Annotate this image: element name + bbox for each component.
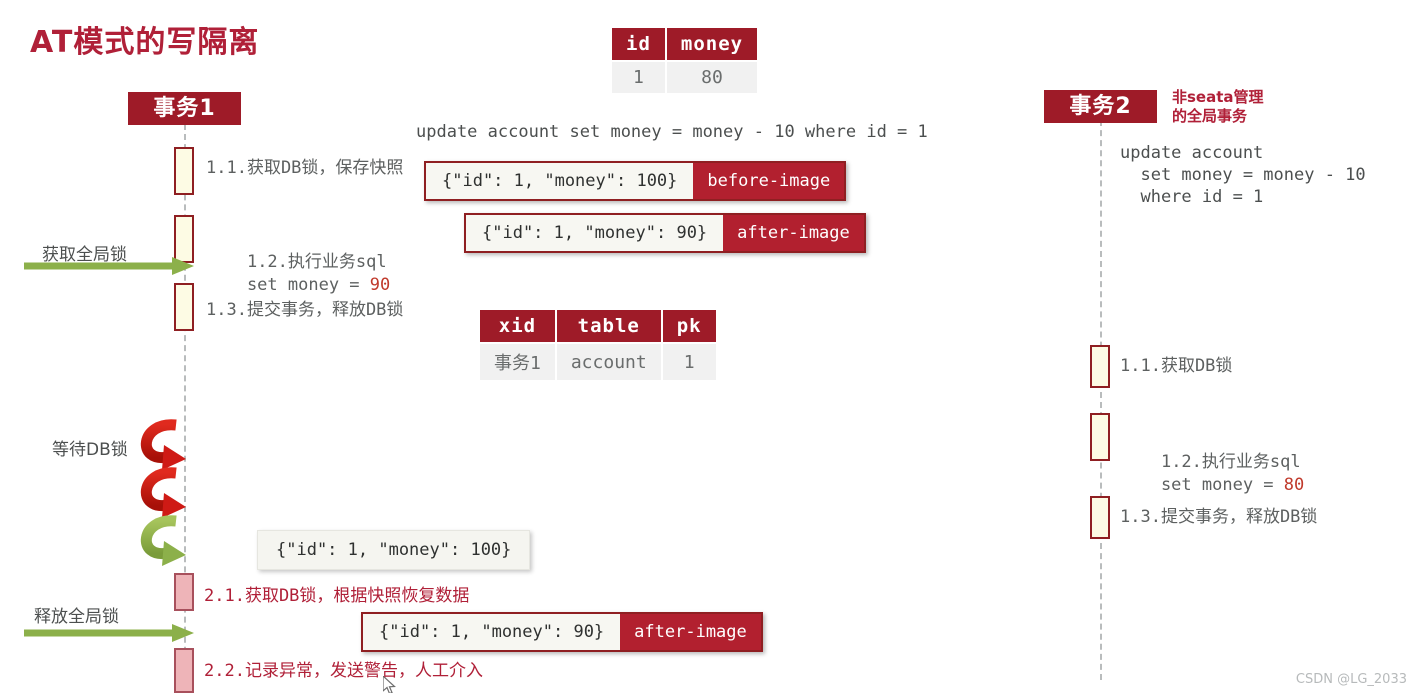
wait-loop-green: [140, 515, 186, 566]
tx1-step-3-label: 1.3.提交事务，释放DB锁: [206, 300, 404, 320]
tx1-step-1-label: 1.1.获取DB锁，保存快照: [206, 158, 404, 178]
before-image-pill: {"id": 1, "money": 100} before-image: [424, 161, 847, 201]
mouse-cursor-icon: [383, 676, 396, 693]
account-table: id money 1 80: [610, 26, 759, 95]
before-image-json: {"id": 1, "money": 100}: [426, 163, 694, 199]
acquire-global-lock-arrow: [24, 257, 194, 275]
actor-tx2[interactable]: 事务2: [1044, 90, 1157, 123]
activation-tx1-rollback-2: [174, 648, 194, 693]
activation-tx1-rollback-1: [174, 573, 194, 611]
activation-tx2-step-1: [1090, 345, 1110, 388]
table-header-row: xid table pk: [480, 310, 716, 342]
activation-tx1-step-3: [174, 283, 194, 331]
diagram-canvas: AT模式的写隔离 事务1 事务2 非seata管理 的全局事务 id money…: [0, 0, 1419, 693]
wait-db-lock-label: 等待DB锁: [52, 440, 128, 460]
tx2-update-sql: update account set money = money - 10 wh…: [1120, 143, 1366, 207]
lock-table-cell-table: account: [556, 344, 661, 380]
release-global-lock-arrow: [24, 624, 194, 642]
lock-table-header-xid: xid: [480, 310, 555, 342]
tx1-step-2-text: 1.2.执行业务sql set money =: [246, 252, 387, 295]
activation-tx2-step-2: [1090, 413, 1110, 461]
account-table-cell-id: 1: [612, 62, 665, 93]
lifeline-tx2: [1100, 120, 1102, 680]
tx1-rollback-step-1-label: 2.1.获取DB锁，根据快照恢复数据: [204, 586, 470, 606]
after-image-bottom-pill: {"id": 1, "money": 90} after-image: [361, 612, 763, 652]
actor-tx2-note: 非seata管理 的全局事务: [1172, 88, 1264, 125]
account-table-header-id: id: [612, 28, 665, 60]
tx1-rollback-step-2-label: 2.2.记录异常，发送警告，人工介入: [204, 661, 483, 681]
after-image-tag: after-image: [737, 223, 850, 243]
lock-table-header-pk: pk: [662, 310, 716, 342]
tx2-step-2-text: 1.2.执行业务sql set money =: [1160, 452, 1301, 495]
after-image-pill: {"id": 1, "money": 90} after-image: [464, 213, 866, 253]
tx1-step-2-value: 90: [369, 275, 391, 295]
wait-loop-red-1: [140, 419, 186, 470]
activation-tx1-step-1: [174, 147, 194, 195]
after-image-json: {"id": 1, "money": 90}: [466, 215, 724, 251]
restore-snapshot-json: {"id": 1, "money": 100}: [257, 530, 531, 570]
table-row: 事务1 account 1: [480, 344, 716, 380]
tx2-step-3-label: 1.3.提交事务，释放DB锁: [1120, 507, 1318, 527]
after-image-bottom-json: {"id": 1, "money": 90}: [363, 614, 621, 650]
lock-table-cell-xid: 事务1: [480, 344, 555, 380]
account-table-header-money: money: [666, 28, 758, 60]
account-table-cell-money: 80: [666, 62, 758, 93]
lock-table-header-table: table: [556, 310, 661, 342]
before-image-tag: before-image: [707, 171, 831, 191]
lock-table-cell-pk: 1: [662, 344, 716, 380]
table-row: 1 80: [612, 62, 758, 93]
tx2-step-1-label: 1.1.获取DB锁: [1120, 356, 1233, 376]
tx1-update-sql: update account set money = money - 10 wh…: [416, 122, 928, 142]
page-title: AT模式的写隔离: [30, 25, 260, 60]
global-lock-table: xid table pk 事务1 account 1: [478, 308, 718, 382]
watermark: CSDN @LG_2033: [1295, 672, 1407, 687]
after-image-bottom-tag: after-image: [634, 622, 747, 642]
wait-loop-red-2: [140, 467, 186, 518]
tx2-step-2-value: 80: [1283, 475, 1305, 495]
actor-tx1[interactable]: 事务1: [128, 92, 241, 125]
wait-db-lock-spiral-arrows: [140, 419, 186, 566]
table-header-row: id money: [612, 28, 758, 60]
activation-tx2-step-3: [1090, 496, 1110, 539]
